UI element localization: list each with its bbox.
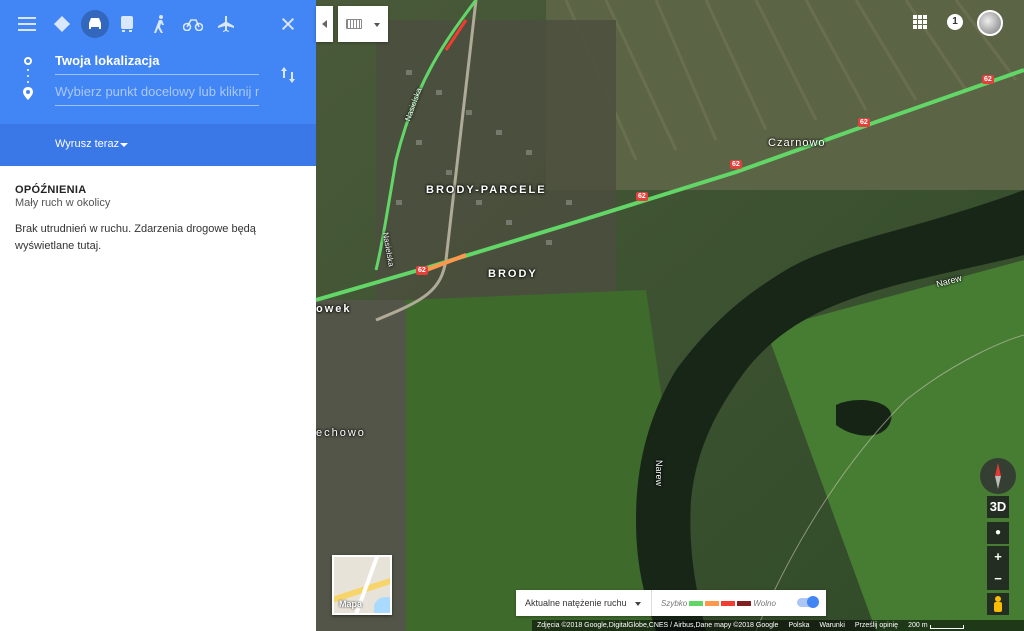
compass-icon[interactable] (980, 458, 1016, 494)
route-connector (27, 81, 29, 83)
chevron-down-icon (635, 602, 641, 606)
satellite-map[interactable]: BRODY-PARCELE BRODY Czarnowo owek echowo… (316, 0, 1024, 631)
chevron-down-icon (374, 23, 380, 27)
chevron-left-icon (322, 20, 327, 28)
menu-icon[interactable] (17, 14, 37, 34)
map-label-brody: BRODY (488, 268, 538, 280)
bike-icon[interactable] (182, 14, 204, 34)
zoom-out-button[interactable]: − (987, 568, 1009, 590)
destination-field[interactable] (55, 84, 259, 99)
map-label-owek: owek (316, 303, 352, 315)
route-connector (27, 69, 29, 71)
traffic-toggle[interactable] (797, 596, 819, 608)
map-type-label: Mapa (339, 599, 363, 609)
keyboard-icon (346, 19, 362, 29)
delays-title: OPÓŹNIENIA (15, 184, 87, 196)
chevron-down-icon (120, 143, 128, 147)
best-route-icon[interactable] (52, 14, 72, 34)
map-label-czarnowo: Czarnowo (768, 137, 826, 149)
legend-swatch (705, 600, 720, 606)
map-label-narew-south: Narew (654, 459, 665, 487)
legend-fast-label: Szybko (661, 598, 688, 608)
apps-grid-icon[interactable] (913, 15, 927, 29)
satellite-imagery (316, 0, 1024, 631)
road-shield: 62 (858, 118, 870, 127)
legend-swatch (689, 600, 704, 606)
avatar[interactable] (977, 10, 1003, 36)
transit-icon[interactable] (117, 14, 137, 34)
walk-icon[interactable] (150, 14, 170, 34)
directions-panel: Twoja lokalizacja Wyrusz teraz OPÓŹNIENI… (0, 0, 316, 631)
scale-label: 200 m (908, 622, 928, 629)
tilt-3d-button[interactable]: 3D (987, 496, 1009, 518)
road-shield: 62 (982, 75, 994, 84)
origin-dot-icon (24, 57, 32, 65)
collapse-panel-button[interactable] (316, 6, 333, 42)
close-icon[interactable] (278, 14, 298, 34)
my-location-button[interactable]: ● (987, 522, 1009, 544)
depart-time-selector[interactable]: Wyrusz teraz (0, 124, 316, 166)
feedback-link[interactable]: Prześlij opinię (855, 620, 898, 631)
origin-input[interactable]: Twoja lokalizacja (55, 51, 259, 75)
swap-directions-icon[interactable] (278, 64, 298, 86)
route-connector (27, 75, 29, 77)
delays-message: Brak utrudnień w ruchu. Zdarzenia drogow… (15, 223, 256, 252)
input-tools-button[interactable] (338, 6, 388, 42)
traffic-mode-label: Aktualne natężenie ruchu (525, 598, 627, 608)
maps-app: BRODY-PARCELE BRODY Czarnowo owek echowo… (0, 0, 1024, 631)
road-shield: 62 (416, 266, 428, 275)
zoom-in-button[interactable]: + (987, 546, 1009, 568)
map-label-echowo: echowo (316, 427, 366, 439)
road-shield: 62 (730, 160, 742, 169)
legend-slow-label: Wolno (753, 598, 776, 608)
traffic-bar: Aktualne natężenie ruchu Szybko Wolno (516, 590, 826, 616)
notifications-badge[interactable]: 1 (947, 14, 963, 30)
street-view-pegman-icon[interactable] (987, 593, 1009, 615)
directions-header: Twoja lokalizacja Wyrusz teraz (0, 0, 316, 166)
legend-swatch (737, 600, 752, 606)
scale-bar[interactable]: 200 m (908, 620, 965, 631)
delays-subtitle: Mały ruch w okolicy (15, 197, 111, 209)
map-type-switcher[interactable]: Mapa (332, 555, 392, 615)
country-link[interactable]: Polska (788, 620, 809, 631)
attribution: Zdjęcia ©2018 Google,DigitalGlobe,CNES /… (537, 622, 779, 629)
destination-input[interactable] (55, 82, 259, 106)
car-icon[interactable] (81, 10, 109, 38)
traffic-mode-select[interactable]: Aktualne natężenie ruchu (516, 598, 651, 608)
map-footer: Zdjęcia ©2018 Google,DigitalGlobe,CNES /… (532, 620, 1024, 631)
destination-pin-icon (22, 86, 34, 100)
map-label-brody-parcele: BRODY-PARCELE (426, 184, 547, 196)
road-shield: 62 (636, 192, 648, 201)
travel-mode-bar (0, 0, 316, 48)
depart-label: Wyrusz teraz (55, 138, 120, 150)
legend-swatch (721, 600, 736, 606)
flight-icon[interactable] (216, 14, 236, 34)
terms-link[interactable]: Warunki (819, 620, 844, 631)
traffic-legend: Szybko Wolno (652, 599, 776, 608)
